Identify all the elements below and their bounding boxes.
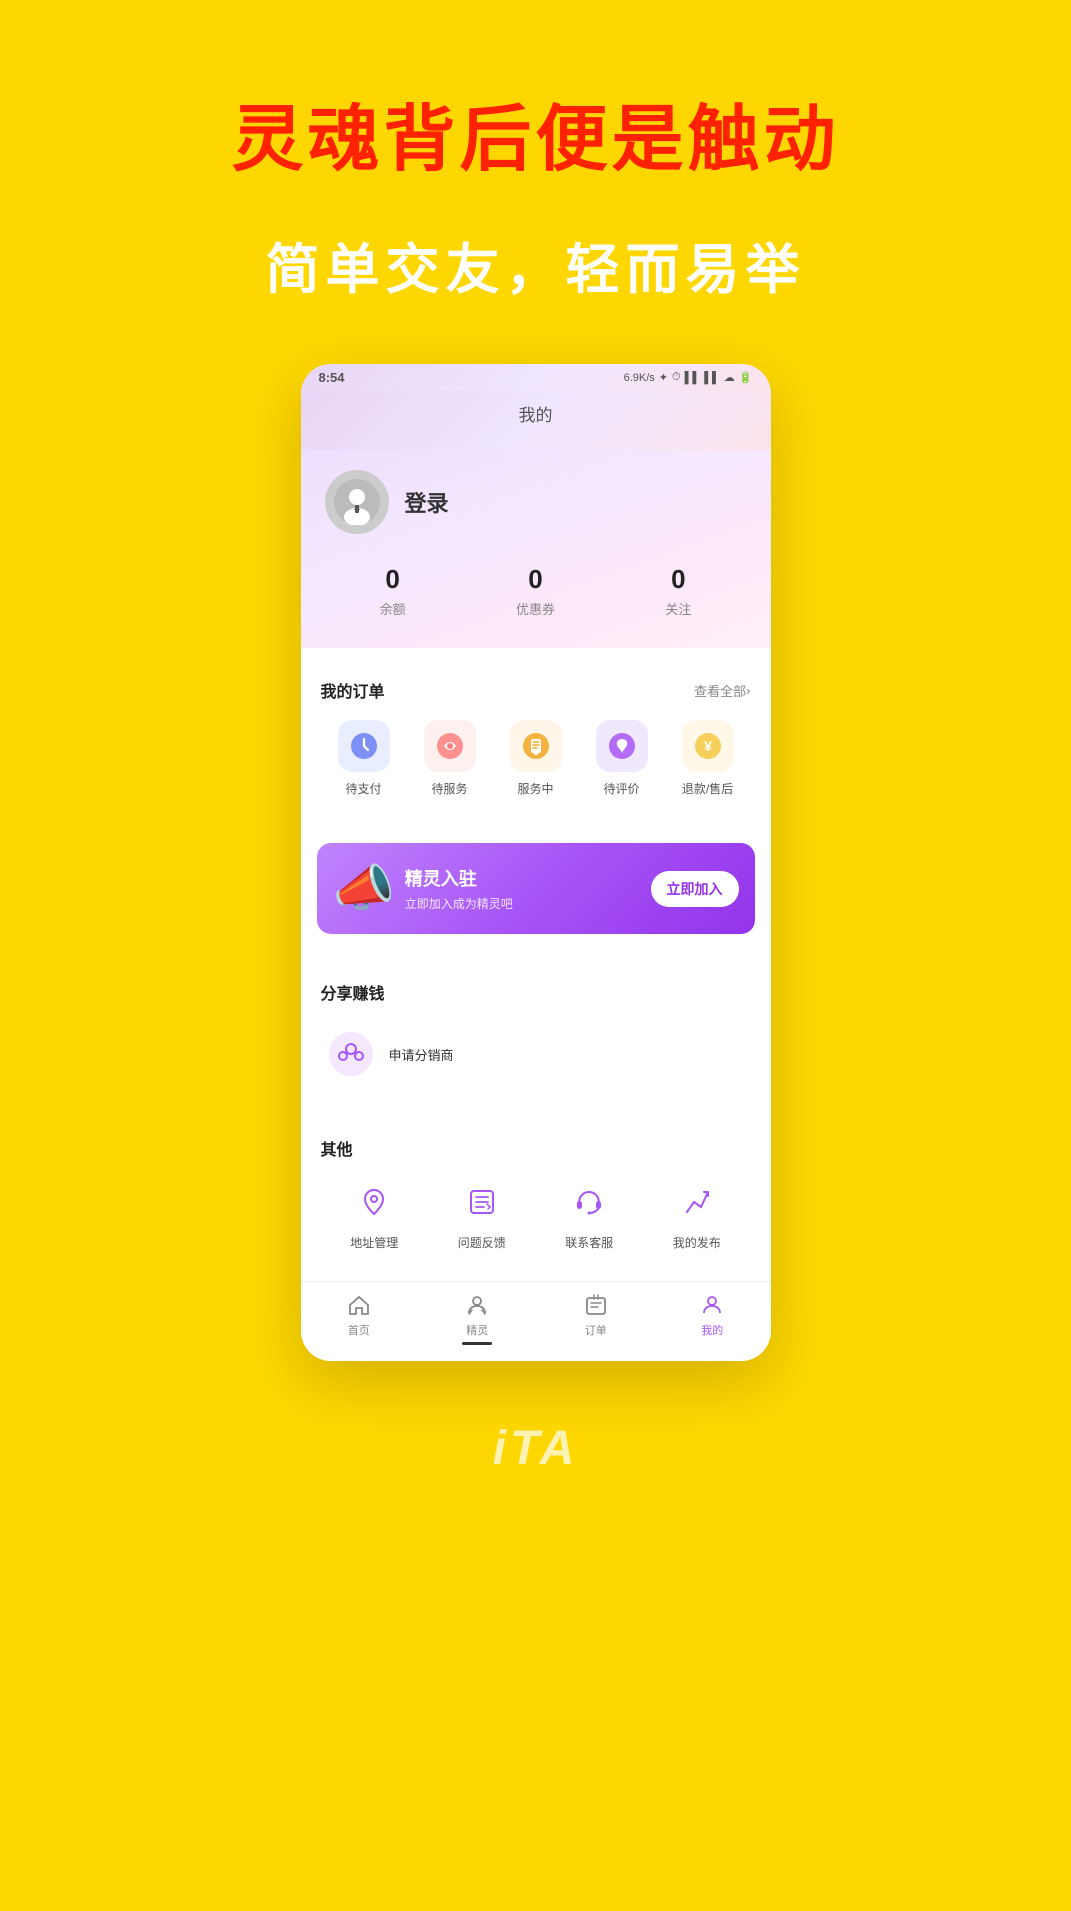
nav-home-label: 首页	[348, 1322, 370, 1338]
status-network: 6.9K/s	[624, 372, 655, 384]
headline: 灵魂背后便是触动	[231, 80, 839, 185]
nav-orders-label: 订单	[585, 1322, 607, 1338]
order-in-service-icon	[510, 720, 562, 772]
spirit-icon	[464, 1292, 490, 1318]
order-icons-row: 待支付 待服务 服务中 待评价	[321, 720, 751, 797]
order-pending-service-icon	[424, 720, 476, 772]
stat-balance-label: 余额	[380, 599, 406, 618]
banner-section: 📣 精灵入驻 立即加入成为精灵吧 立即加入	[301, 827, 771, 950]
other-header: 其他	[321, 1136, 751, 1160]
share-header: 分享赚钱	[321, 980, 751, 1004]
order-pending-pay[interactable]: 待支付	[338, 720, 390, 797]
feedback-label: 问题反馈	[458, 1234, 506, 1251]
stat-balance-value: 0	[380, 564, 406, 595]
bottom-nav: 首页 精灵 订单 我的	[301, 1281, 771, 1361]
order-refund-label: 退款/售后	[682, 780, 733, 797]
login-text[interactable]: 登录	[405, 486, 449, 518]
support-icon	[565, 1178, 613, 1226]
order-pending-pay-label: 待支付	[345, 780, 381, 797]
status-signal3: ▌▌	[704, 372, 720, 384]
phone-frame: 8:54 6.9K/s ✦ ⏱ ▌▌ ▌▌ ☁ 🔋 我的	[301, 364, 771, 1361]
status-signal1: ⏱	[672, 371, 681, 384]
profile-section: 登录 0 余额 0 优惠券 0 关注	[301, 450, 771, 648]
share-distributor-icon	[325, 1028, 377, 1080]
address-icon	[350, 1178, 398, 1226]
share-distributor-label: 申请分销商	[389, 1045, 454, 1064]
nav-spirit[interactable]: 精灵	[462, 1292, 492, 1345]
status-time: 8:54	[319, 370, 345, 385]
nav-spirit-label: 精灵	[466, 1322, 488, 1338]
page-title: 我的	[519, 406, 553, 425]
avatar[interactable]	[325, 470, 389, 534]
orders-header: 我的订单 查看全部 ›	[321, 678, 751, 702]
status-signal2: ▌▌	[685, 372, 701, 384]
orders-nav-icon	[583, 1292, 609, 1318]
order-pending-review[interactable]: 待评价	[596, 720, 648, 797]
status-wifi: ☁	[724, 371, 735, 384]
order-in-service[interactable]: 服务中	[510, 720, 562, 797]
chevron-right-icon: ›	[746, 683, 750, 698]
orders-section: 我的订单 查看全部 › 待支付 待服务	[301, 658, 771, 817]
order-pending-review-icon	[596, 720, 648, 772]
stat-balance: 0 余额	[380, 564, 406, 618]
status-icons: 6.9K/s ✦ ⏱ ▌▌ ▌▌ ☁ 🔋	[624, 371, 753, 384]
stats-row: 0 余额 0 优惠券 0 关注	[325, 564, 747, 618]
banner: 📣 精灵入驻 立即加入成为精灵吧 立即加入	[317, 843, 755, 934]
order-in-service-label: 服务中	[517, 780, 553, 797]
publish-icon	[673, 1178, 721, 1226]
other-title: 其他	[321, 1136, 353, 1160]
stat-coupon-label: 优惠券	[516, 599, 555, 618]
watermark: iTA	[493, 1421, 579, 1476]
address-label: 地址管理	[350, 1234, 398, 1251]
other-section: 其他 地址管理 问题反馈 联系客服	[301, 1116, 771, 1271]
mine-nav-icon	[699, 1292, 725, 1318]
nav-orders[interactable]: 订单	[583, 1292, 609, 1345]
other-publish[interactable]: 我的发布	[673, 1178, 721, 1251]
order-refund-icon: ¥	[682, 720, 734, 772]
profile-row: 登录	[325, 470, 747, 534]
nav-active-indicator	[462, 1342, 492, 1345]
orders-title: 我的订单	[321, 678, 385, 702]
order-pending-service-label: 待服务	[431, 780, 467, 797]
other-address[interactable]: 地址管理	[350, 1178, 398, 1251]
view-all-orders[interactable]: 查看全部 ›	[694, 681, 750, 700]
stat-follow-value: 0	[665, 564, 691, 595]
other-feedback[interactable]: 问题反馈	[458, 1178, 506, 1251]
status-bt: ✦	[659, 371, 668, 384]
stat-coupon-value: 0	[516, 564, 555, 595]
share-distributor-item[interactable]: 申请分销商	[321, 1022, 751, 1086]
order-pending-service[interactable]: 待服务	[424, 720, 476, 797]
share-title: 分享赚钱	[321, 980, 385, 1004]
nav-mine[interactable]: 我的	[699, 1292, 725, 1345]
banner-text: 精灵入驻 立即加入成为精灵吧	[405, 865, 651, 912]
svg-text:¥: ¥	[704, 738, 712, 754]
stat-coupon: 0 优惠券	[516, 564, 555, 618]
share-section: 分享赚钱 申请分销商	[301, 960, 771, 1106]
status-bar: 8:54 6.9K/s ✦ ⏱ ▌▌ ▌▌ ☁ 🔋	[301, 364, 771, 391]
home-icon	[346, 1292, 372, 1318]
banner-emoji-icon: 📣	[333, 859, 395, 918]
order-pending-pay-icon	[338, 720, 390, 772]
page-header: 我的	[301, 391, 771, 450]
publish-label: 我的发布	[673, 1234, 721, 1251]
banner-title: 精灵入驻	[405, 865, 651, 891]
other-items-row: 地址管理 问题反馈 联系客服 我的发布	[321, 1178, 751, 1251]
banner-subtitle: 立即加入成为精灵吧	[405, 895, 651, 912]
support-label: 联系客服	[565, 1234, 613, 1251]
order-pending-review-label: 待评价	[603, 780, 639, 797]
nav-home[interactable]: 首页	[346, 1292, 372, 1345]
feedback-icon	[458, 1178, 506, 1226]
banner-join-button[interactable]: 立即加入	[651, 871, 739, 907]
nav-mine-label: 我的	[701, 1322, 723, 1338]
stat-follow-label: 关注	[665, 599, 691, 618]
other-support[interactable]: 联系客服	[565, 1178, 613, 1251]
stat-follow: 0 关注	[665, 564, 691, 618]
subtitle: 简单交友，轻而易举	[266, 225, 806, 304]
status-battery: 🔋	[739, 371, 753, 384]
order-refund[interactable]: ¥ 退款/售后	[682, 720, 734, 797]
